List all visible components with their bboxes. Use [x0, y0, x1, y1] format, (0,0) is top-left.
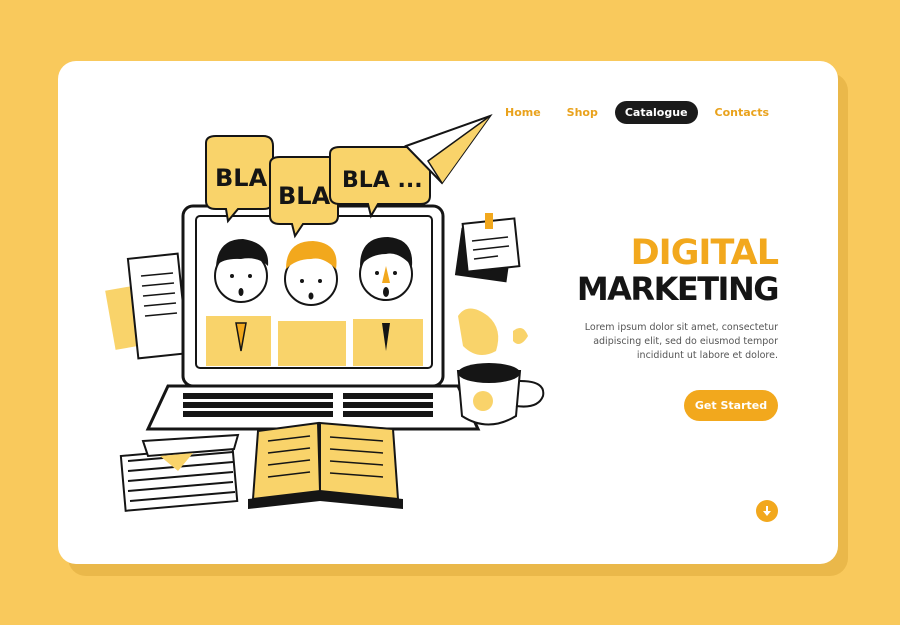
- bubble-text: BLA: [278, 182, 331, 210]
- arrow-down-icon: [763, 506, 771, 516]
- nav-contacts[interactable]: Contacts: [706, 101, 778, 124]
- nav-shop[interactable]: Shop: [558, 101, 607, 124]
- hero-description-line: Lorem ipsum dolor sit amet, consectetur: [584, 322, 778, 333]
- digital-marketing-illustration: BLA BLA BLA ...: [105, 113, 545, 512]
- hero-title-line1: DIGITAL: [630, 233, 779, 273]
- hero-title-line2: MARKETING: [576, 270, 780, 308]
- hero-description-line: incididunt ut labore et dolore.: [636, 350, 778, 361]
- hero-title: DIGITAL MARKETING: [576, 233, 780, 308]
- speech-bubble: BLA: [269, 156, 339, 239]
- hero-description-line: adipiscing elit, sed do eiusmod tempor: [593, 336, 778, 347]
- nav-home[interactable]: Home: [496, 101, 550, 124]
- nav-catalogue[interactable]: Catalogue: [614, 101, 698, 124]
- book-stack-icon: [119, 433, 240, 512]
- coffee-cup-icon: [456, 308, 545, 426]
- sticky-notes-icon: [454, 213, 521, 283]
- bubble-text: BLA ...: [342, 168, 423, 193]
- bubble-text: BLA: [215, 164, 268, 192]
- paper-stack-icon: [105, 252, 190, 360]
- laptop-icon: [145, 204, 481, 431]
- speech-bubble: BLA: [205, 135, 274, 224]
- top-nav: Home Shop Catalogue Contacts: [488, 101, 778, 124]
- open-book-icon: [248, 421, 403, 509]
- get-started-button[interactable]: Get Started: [684, 390, 778, 421]
- hero-description: Lorem ipsum dolor sit amet, consectetur …: [578, 321, 778, 363]
- scroll-down-button[interactable]: [756, 500, 778, 522]
- landing-card: BLA BLA BLA ... Home Shop Catalogue Cont…: [58, 61, 838, 564]
